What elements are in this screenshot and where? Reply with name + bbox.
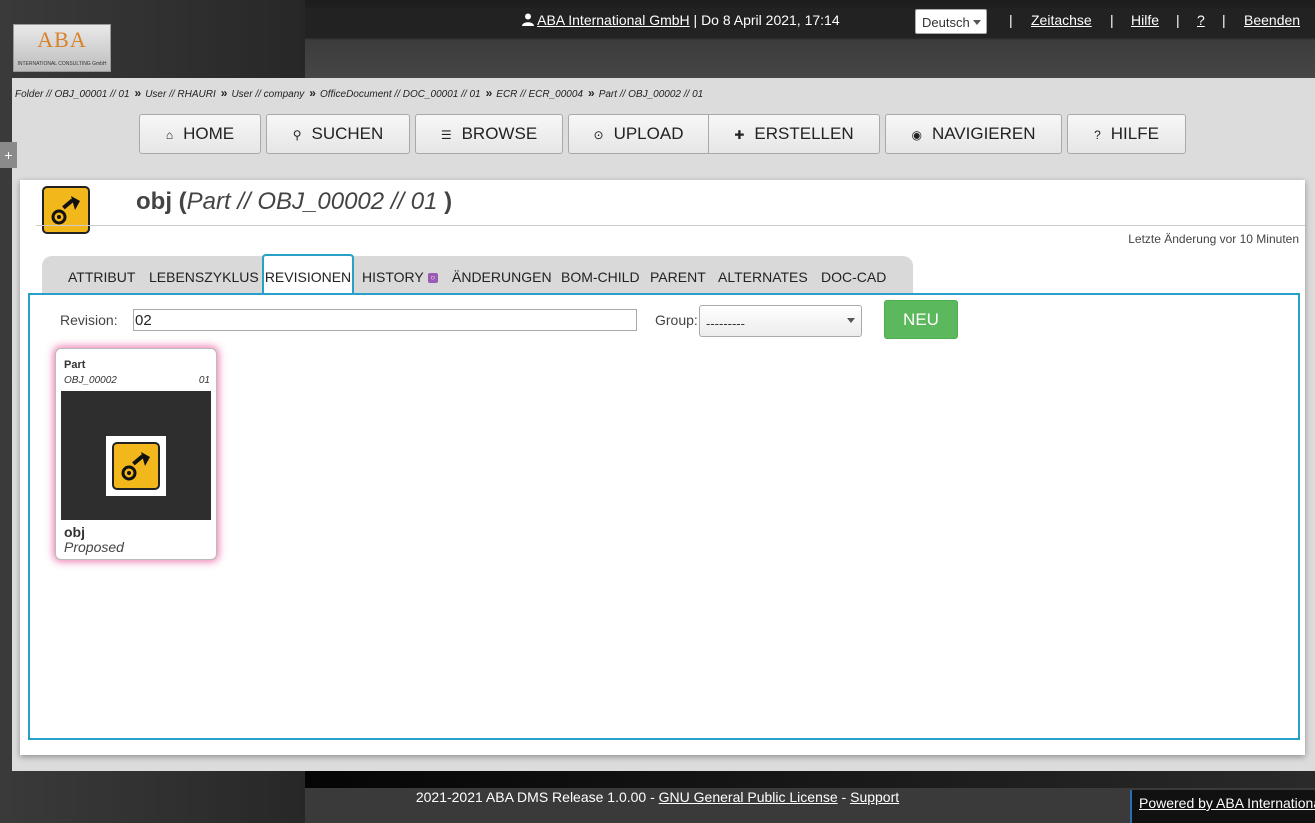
breadcrumb: Folder // OBJ_00001 // 01» User // RHAURI… [15,86,703,100]
footer: 2021-2021 ABA DMS Release 1.0.00 - GNU G… [0,789,1315,805]
logo-text: ABA [37,27,87,52]
separator: | [1176,12,1180,28]
group-select[interactable]: --------- [699,305,862,337]
upload-button[interactable]: ⊙ UPLOAD [568,114,709,154]
group-value: --------- [706,316,745,331]
upload-icon: ⊙ [593,128,604,142]
plus-icon: ✚ [734,128,745,142]
revision-label: Revision: [60,312,118,328]
company-logo[interactable]: ABA INTERNATIONAL CONSULTING GmbH [13,24,111,72]
group-label: Group: [655,312,698,328]
breadcrumb-item[interactable]: User // company [231,89,304,100]
tab-revisionen[interactable]: REVISIONEN [262,254,354,294]
footer-bar [305,771,1315,788]
search-label: SUCHEN [311,124,384,143]
object-panel: obj (Part // OBJ_00002 // 01 ) Letzte Än… [20,180,1305,755]
separator: | [1009,12,1013,28]
support-link[interactable]: Support [850,789,899,805]
part-icon [42,186,90,234]
navigate-button[interactable]: ◉ NAVIGIEREN [885,114,1062,154]
revision-card[interactable]: Part OBJ_00002 01 obj Proposed [55,348,217,560]
question-link[interactable]: ? [1197,12,1205,28]
card-thumbnail [61,391,211,520]
search-button[interactable]: ⚲ SUCHEN [266,114,410,154]
breadcrumb-separator: » [588,86,595,100]
tab-aenderungen[interactable]: ÄNDERUNGEN [452,269,552,285]
create-button[interactable]: ✚ ERSTELLEN [708,114,880,154]
home-button[interactable]: ⌂ HOME [139,114,261,154]
part-icon [112,442,160,490]
breadcrumb-separator: » [485,86,493,100]
tab-doc-cad[interactable]: DOC-CAD [821,269,886,285]
tab-lebenszyklus[interactable]: LEBENSZYKLUS [149,269,259,285]
footer-text: 2021-2021 ABA DMS Release 1.0.00 - [415,789,659,805]
new-revision-button[interactable]: NEU [884,300,958,339]
browse-label: BROWSE [461,124,538,143]
last-change-text: Letzte Änderung vor 10 Minuten [1128,232,1299,246]
card-revision: 01 [198,375,210,386]
page-title: obj (Part // OBJ_00002 // 01 ) [136,188,452,216]
revision-input[interactable]: 02 [133,309,637,331]
breadcrumb-item[interactable]: OfficeDocument // DOC_00001 // 01 [320,89,481,100]
navigate-label: NAVIGIEREN [931,124,1036,143]
breadcrumb-item[interactable]: ECR // ECR_00004 [496,89,583,100]
search-icon: ⚲ [292,128,302,142]
title-divider [36,225,1305,226]
language-value: Deutsch [922,15,970,30]
logo-subtitle: INTERNATIONAL CONSULTING GmbH [17,61,107,67]
separator: | [1110,12,1114,28]
eye-icon: ◉ [911,128,922,142]
tab-history[interactable]: HISTORY ○ [362,269,438,285]
help-button[interactable]: ? HILFE [1067,114,1186,154]
rss-icon[interactable]: ○ [427,273,438,284]
chevron-down-icon [973,20,981,25]
chevron-down-icon [847,318,855,323]
footer-dash: - [837,789,851,805]
breadcrumb-item[interactable]: Part // OBJ_00002 // 01 [599,89,704,100]
card-number: OBJ_00002 [64,375,117,386]
help-label: HILFE [1110,124,1159,143]
help-icon: ? [1094,128,1101,142]
user-icon [522,12,537,28]
title-open-paren: ( [172,188,187,215]
title-close-paren: ) [437,188,453,215]
tab-alternates[interactable]: ALTERNATES [718,269,808,285]
tab-history-label: HISTORY [362,269,424,285]
license-link[interactable]: GNU General Public License [659,789,838,805]
sidebar-toggle-button[interactable]: + [0,142,17,168]
tab-attribut[interactable]: ATTRIBUT [68,269,135,285]
zeitachse-link[interactable]: Zeitachse [1031,12,1092,28]
user-info: ABA International GmbH | Do 8 April 2021… [522,12,840,28]
tab-bom-child[interactable]: BOM-CHILD [561,269,640,285]
list-icon: ☰ [440,128,452,142]
thumbnail-frame [106,436,166,496]
breadcrumb-item[interactable]: User // RHAURI [145,89,216,100]
browse-button[interactable]: ☰ BROWSE [415,114,563,154]
create-label: ERSTELLEN [754,124,854,143]
tab-parent[interactable]: PARENT [650,269,706,285]
object-identifier: Part // OBJ_00002 // 01 [186,188,438,215]
breadcrumb-item[interactable]: Folder // OBJ_00001 // 01 [15,89,130,100]
powered-by-link[interactable]: Powered by ABA International [1130,790,1315,823]
current-datetime: | Do 8 April 2021, 17:14 [689,12,840,28]
card-type: Part [64,359,86,371]
language-select[interactable]: Deutsch [915,9,987,34]
beenden-link[interactable]: Beenden [1244,12,1300,28]
breadcrumb-separator: » [309,86,316,100]
card-name: obj [64,524,85,540]
separator: | [1222,12,1226,28]
breadcrumb-separator: » [134,86,142,100]
home-label: HOME [183,124,235,143]
company-link[interactable]: ABA International GmbH [537,12,690,28]
hilfe-link[interactable]: Hilfe [1131,12,1159,28]
revisions-tab-content: Revision: 02 Group: --------- NEU Part O… [28,293,1300,740]
card-status: Proposed [64,539,124,555]
upload-label: UPLOAD [613,124,684,143]
object-name: obj [136,188,172,215]
breadcrumb-separator: » [220,86,228,100]
home-icon: ⌂ [165,128,174,142]
